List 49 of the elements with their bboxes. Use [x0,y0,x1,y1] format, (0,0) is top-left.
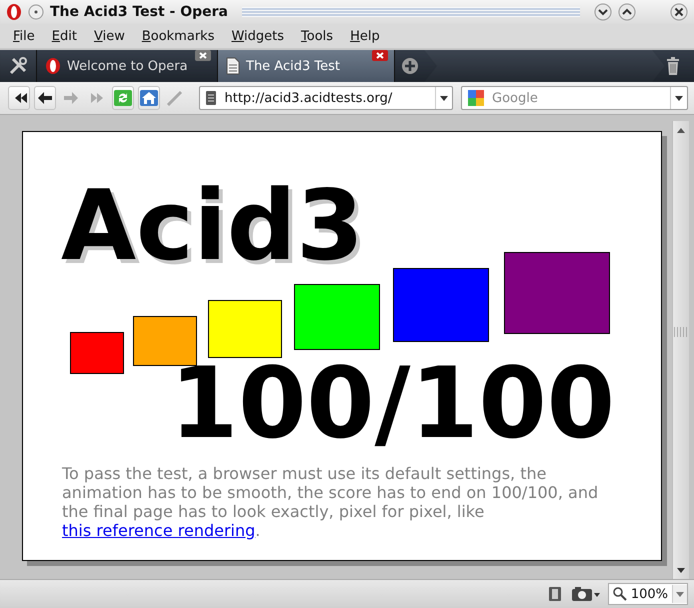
zoom-field[interactable]: 100% [608,583,688,605]
scroll-up-icon[interactable] [677,128,685,132]
scrollbar[interactable] [672,121,689,579]
close-icon[interactable] [670,3,688,21]
reload-button[interactable] [112,86,134,110]
dropdown-arrow-icon[interactable] [440,96,448,100]
description-text: To pass the test, a browser must use its default settings, the animation has to be smooth, the score has to end on 100/100, and the final page has to look exactly, pixel for pixel, like this reference rendering. [62,464,600,540]
magnifier-icon [612,587,627,601]
dropdown-arrow-icon[interactable] [675,96,683,100]
back-arrow-button[interactable] [34,86,56,110]
menu-item[interactable]: Help [341,28,388,44]
home-button[interactable] [138,86,160,110]
menu-item[interactable]: Widgets [222,28,292,44]
browser-tab[interactable]: Welcome to Opera [37,50,218,82]
opera-logo-icon [6,3,22,21]
address-bar[interactable]: http://acid3.acidtests.org/ [199,86,453,110]
trash-icon[interactable] [666,56,680,76]
window-menu-icon[interactable] [28,4,44,20]
opera-logo-icon [45,57,61,75]
scroll-down-icon[interactable] [677,568,685,572]
search-engine-icon [468,90,484,106]
search-bar[interactable]: Google [461,86,688,110]
home-icon [140,90,158,106]
wand-icon [166,90,184,106]
close-tab-icon[interactable] [372,50,388,61]
back-arrow-icon [36,90,54,106]
page-heading: Acid3 [61,177,364,274]
rewind-button[interactable] [8,86,30,110]
camera-icon[interactable] [572,586,600,602]
search-field[interactable]: Google [490,90,664,106]
close-tab-icon[interactable] [195,50,211,61]
address-field[interactable]: http://acid3.acidtests.org/ [222,90,429,106]
document-icon [226,57,240,75]
menu-item[interactable]: File [4,28,43,44]
menu-item[interactable]: View [84,28,133,44]
reload-icon [114,90,132,106]
minimize-icon[interactable] [594,3,612,21]
reference-link[interactable]: this reference rendering [62,521,256,540]
menu-item[interactable]: Tools [292,28,342,44]
score-text: 100/100 [170,355,615,453]
document-icon [206,90,216,106]
forward-arrow-icon [62,90,80,106]
menu-item[interactable]: Edit [42,28,85,44]
window-title: The Acid3 Test - Opera [50,4,228,20]
browser-tab[interactable]: The Acid3 Test [218,50,395,82]
add-tab-icon[interactable] [401,57,419,75]
menu-item[interactable]: Bookmarks [132,28,222,44]
maximize-icon[interactable] [618,3,636,21]
tools-icon[interactable] [8,56,28,76]
